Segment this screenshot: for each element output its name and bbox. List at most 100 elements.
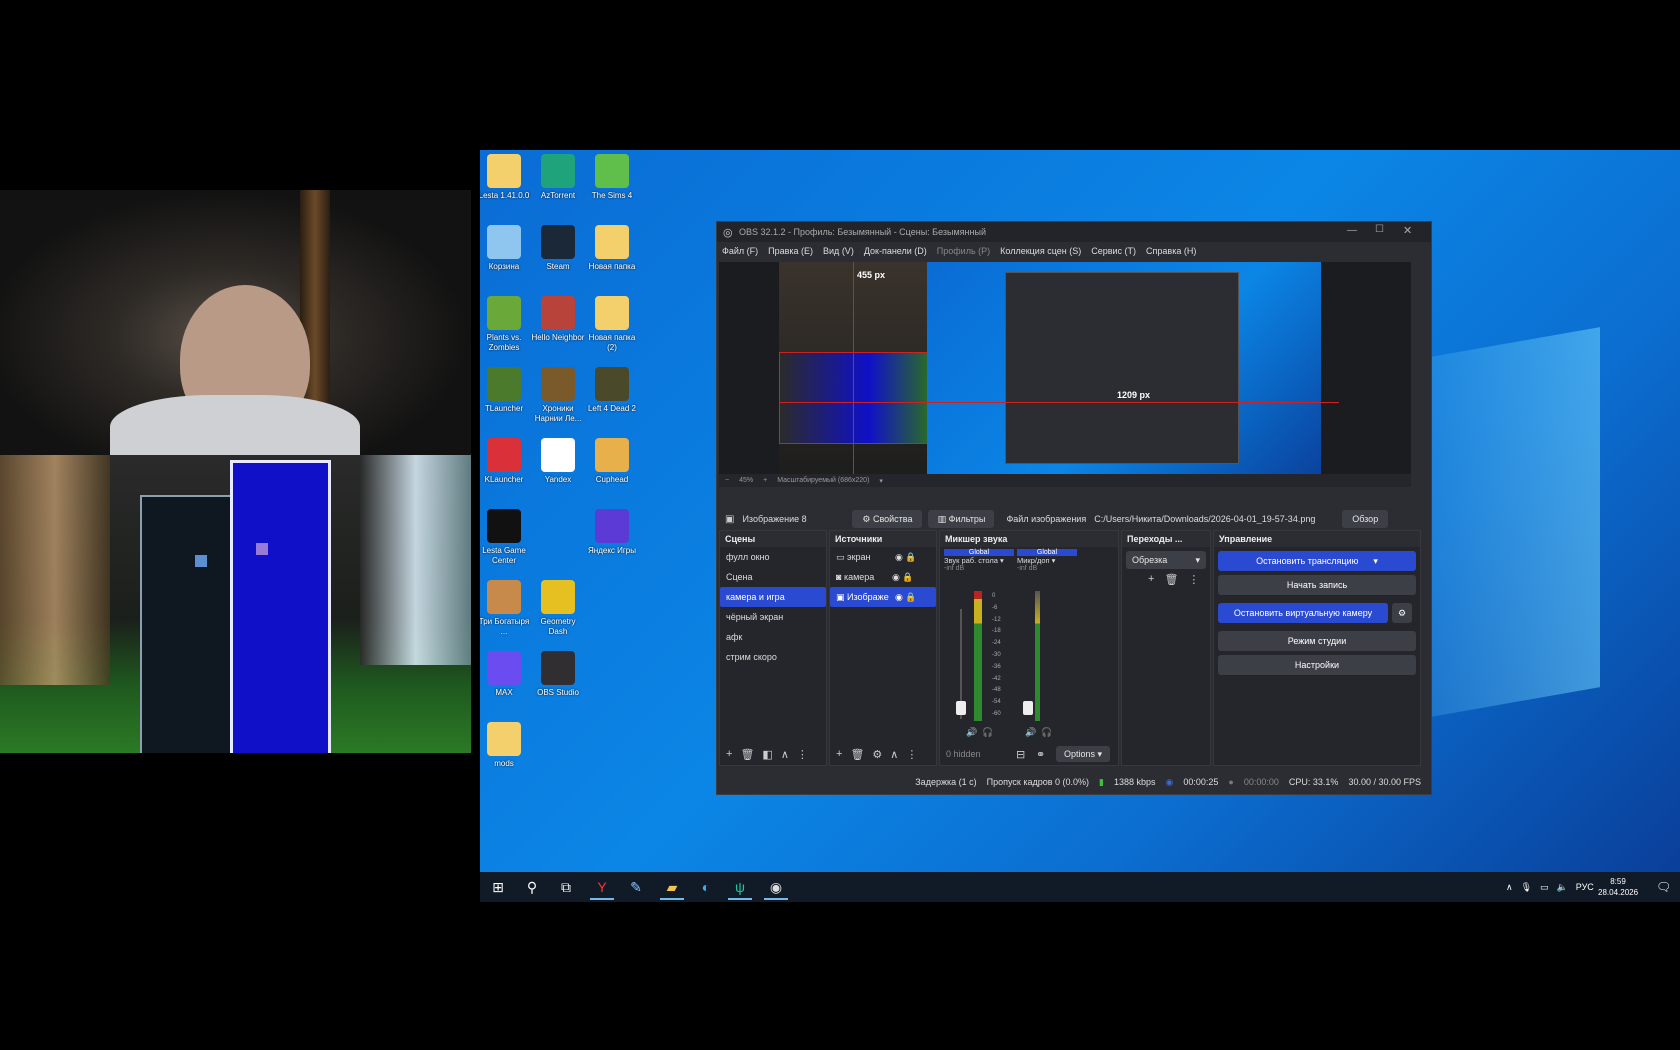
- scene-item[interactable]: камера и игра: [720, 587, 826, 607]
- desktop-icon[interactable]: Яндекс Игры: [584, 509, 640, 556]
- network-icon[interactable]: ▭: [1540, 882, 1549, 893]
- desktop-icon[interactable]: Lesta 1.41.0.0: [480, 154, 532, 201]
- desktop-icon[interactable]: Cuphead: [584, 438, 640, 485]
- desktop-icon[interactable]: Hello Neighbor: [530, 296, 586, 343]
- task-view-icon[interactable]: ⧉: [554, 876, 578, 898]
- chevron-down-icon[interactable]: ▾: [1373, 556, 1378, 567]
- mixer-options-button[interactable]: Options ▾: [1056, 746, 1110, 762]
- close-icon[interactable]: ✕: [1403, 224, 1412, 237]
- add-transition-icon[interactable]: +: [1148, 573, 1154, 586]
- desktop-icon[interactable]: Steam: [530, 225, 586, 272]
- desktop-icon[interactable]: Geometry Dash: [530, 580, 586, 637]
- desktop-icon[interactable]: TLauncher: [480, 367, 532, 414]
- desktop-icon[interactable]: Новая папка: [584, 225, 640, 272]
- volume-slider-handle[interactable]: [1023, 701, 1033, 715]
- minimize-icon[interactable]: —: [1347, 225, 1357, 236]
- scene-item[interactable]: Сцена: [720, 567, 826, 587]
- lock-icon[interactable]: 🔒: [905, 592, 916, 603]
- speaker-icon[interactable]: 🔊: [966, 727, 977, 738]
- menu-docks[interactable]: Док-панели (D): [859, 246, 932, 256]
- settings-button[interactable]: Настройки: [1218, 655, 1416, 675]
- desktop-icon[interactable]: Корзина: [480, 225, 532, 272]
- eye-icon[interactable]: ◉: [892, 572, 900, 583]
- desktop-icon[interactable]: Хроники Нарнии Ле...: [530, 367, 586, 424]
- notification-icon[interactable]: 🗨: [1656, 872, 1671, 902]
- lock-icon[interactable]: 🔒: [902, 572, 913, 583]
- gear-icon[interactable]: ⚙: [872, 748, 882, 761]
- filters-button[interactable]: ▥ Фильтры: [928, 510, 995, 528]
- file-explorer-icon[interactable]: ▰: [660, 876, 684, 900]
- eye-icon[interactable]: ◉: [895, 592, 903, 603]
- desktop-icon[interactable]: mods: [480, 722, 532, 769]
- scene-item[interactable]: стрим скоро: [720, 647, 826, 667]
- preview-canvas[interactable]: 455 px 1209 px − 45% + Масштабируемый (6…: [719, 262, 1411, 487]
- desktop-icon[interactable]: Yandex: [530, 438, 586, 485]
- eye-icon[interactable]: ◉: [895, 552, 903, 563]
- filter-icon[interactable]: ◧: [762, 748, 772, 761]
- studio-mode-button[interactable]: Режим студии: [1218, 631, 1416, 651]
- volume-icon[interactable]: 🔈: [1557, 882, 1568, 893]
- preview-selected-source[interactable]: [779, 352, 929, 444]
- menu-file[interactable]: Файл (F): [717, 246, 763, 256]
- scale-mode[interactable]: Масштабируемый (686x220): [777, 477, 869, 484]
- microphone-icon[interactable]: 🎙: [1521, 882, 1532, 893]
- menu-view[interactable]: Вид (V): [818, 246, 859, 256]
- menu-tools[interactable]: Сервис (T): [1086, 246, 1141, 256]
- desktop-icon[interactable]: Новая папка (2): [584, 296, 640, 353]
- trash-icon[interactable]: 🗑: [1164, 573, 1178, 586]
- stop-virtual-cam-button[interactable]: Остановить виртуальную камеру: [1218, 603, 1388, 623]
- obs-taskbar-icon[interactable]: ◉: [764, 876, 788, 900]
- menu-help[interactable]: Справка (H): [1141, 246, 1201, 256]
- source-item[interactable]: ◙ камера ◉ 🔒: [830, 567, 936, 587]
- source-item[interactable]: ▭ экран ◉ 🔒: [830, 547, 936, 567]
- trash-icon[interactable]: 🗑: [850, 748, 864, 761]
- desktop-icon[interactable]: AzTorrent: [530, 154, 586, 201]
- edge-icon[interactable]: ◐: [694, 876, 718, 898]
- channel-name[interactable]: Микр/доп ▾: [1017, 556, 1077, 565]
- browse-button[interactable]: Обзор: [1342, 510, 1389, 528]
- menu-scene-collection[interactable]: Коллекция сцен (S): [995, 246, 1086, 256]
- desktop-icon[interactable]: Left 4 Dead 2: [584, 367, 640, 414]
- desktop-icon[interactable]: KLauncher: [480, 438, 532, 485]
- volume-slider-handle[interactable]: [956, 701, 966, 715]
- pen-app-icon[interactable]: ✎: [624, 876, 648, 898]
- lock-icon[interactable]: 🔒: [905, 552, 916, 563]
- more-icon[interactable]: ⋮: [1188, 573, 1199, 586]
- properties-button[interactable]: ⚙ Свойства: [852, 510, 923, 528]
- clock[interactable]: 8:59 28.04.2026: [1598, 872, 1638, 902]
- layout-icon[interactable]: ⊟: [1016, 748, 1036, 761]
- scene-item[interactable]: фулл окно: [720, 547, 826, 567]
- yandex-browser-icon[interactable]: Y: [590, 876, 614, 900]
- chevron-up-icon[interactable]: ∧: [1506, 882, 1513, 893]
- zoom-out-button[interactable]: −: [725, 477, 729, 484]
- file-path-field[interactable]: C:/Users/Никита/Downloads/2026-04-01_19-…: [1094, 514, 1342, 524]
- source-item-selected[interactable]: ▣ Изображе ◉ 🔒: [830, 587, 936, 607]
- move-up-icon[interactable]: ∧: [890, 748, 898, 761]
- menu-profile[interactable]: Профиль (P): [932, 246, 995, 256]
- headphones-icon[interactable]: 🎧: [1041, 727, 1052, 738]
- stop-stream-button[interactable]: Остановить трансляцию ▾: [1218, 551, 1416, 571]
- search-icon[interactable]: ⚲: [520, 876, 544, 898]
- start-record-button[interactable]: Начать запись: [1218, 575, 1416, 595]
- desktop-icon[interactable]: OBS Studio: [530, 651, 586, 698]
- windows-start-icon[interactable]: ⊞: [486, 876, 510, 898]
- desktop-icon[interactable]: Lesta Game Center: [480, 509, 532, 566]
- chevron-down-icon[interactable]: ▾: [879, 477, 883, 485]
- more-icon[interactable]: ⋮: [906, 748, 917, 761]
- zoom-in-button[interactable]: +: [763, 477, 767, 484]
- add-source-icon[interactable]: +: [836, 748, 842, 760]
- desktop-icon[interactable]: The Sims 4: [584, 154, 640, 201]
- speaker-icon[interactable]: 🔊: [1025, 727, 1036, 738]
- add-scene-icon[interactable]: +: [726, 748, 732, 760]
- scene-item[interactable]: афк: [720, 627, 826, 647]
- menu-edit[interactable]: Правка (E): [763, 246, 818, 256]
- channel-name[interactable]: Звук раб. стола ▾: [944, 556, 1014, 565]
- aztorrent-icon[interactable]: ψ: [728, 876, 752, 900]
- move-up-icon[interactable]: ∧: [781, 748, 789, 761]
- maximize-icon[interactable]: ☐: [1375, 224, 1384, 235]
- desktop-icon[interactable]: Plants vs. Zombies: [480, 296, 532, 353]
- more-icon[interactable]: ⋮: [797, 748, 808, 761]
- trash-icon[interactable]: 🗑: [740, 748, 754, 761]
- scene-item[interactable]: чёрный экран: [720, 607, 826, 627]
- transition-select[interactable]: Обрезка ▾: [1126, 551, 1206, 569]
